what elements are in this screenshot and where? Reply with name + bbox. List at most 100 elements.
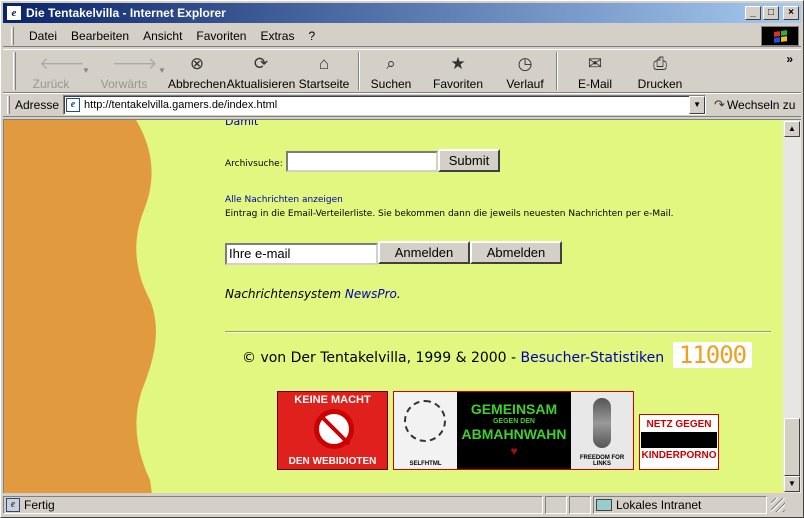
stop-icon: ⊗ <box>189 54 205 73</box>
submit-button[interactable]: Submit <box>438 149 500 172</box>
mail-button[interactable]: ✉ E-Mail <box>564 50 626 92</box>
no-sign-icon <box>314 409 354 449</box>
keine-macht-top-text: KEINE MACHT <box>294 394 371 406</box>
go-button[interactable]: ↷ Wechseln zu <box>714 97 795 113</box>
refresh-button[interactable]: ⟳ Aktualisieren <box>226 50 296 92</box>
copyright-line: © von Der Tentakelvilla, 1999 & 2000 - B… <box>242 350 664 366</box>
history-icon: ◷ <box>517 54 533 73</box>
go-label: Wechseln zu <box>726 98 796 112</box>
address-grip[interactable] <box>7 96 10 114</box>
menu-help[interactable]: ? <box>301 27 322 45</box>
standard-toolbar: 🡐 Zurück ▼ 🡒 Vorwärts ▼ ⊗ Abbrechen ⟳ Ak… <box>3 49 801 93</box>
maximize-button[interactable]: □ <box>763 6 779 20</box>
scroll-down-icon[interactable]: ▼ <box>784 476 800 492</box>
toolbar-grip[interactable] <box>13 52 16 90</box>
menu-bearbeiten[interactable]: Bearbeiten <box>64 27 136 45</box>
netz-gegen-text: NETZ GEGEN <box>646 419 712 430</box>
heart-icon: ♥ <box>510 444 518 458</box>
close-button[interactable]: × <box>783 6 799 20</box>
menu-grip[interactable] <box>11 26 14 45</box>
toolbar-more-icon[interactable]: » <box>786 52 793 66</box>
netz-gegen-banner[interactable]: NETZ GEGEN KINDERPORNO <box>639 414 719 470</box>
figure-icon <box>593 398 611 448</box>
email-input[interactable]: Ihre e-mail <box>225 243 378 265</box>
search-button[interactable]: ⌕ Suchen <box>366 50 416 92</box>
horizontal-rule <box>225 331 771 333</box>
address-bar: Adresse e http://tentakelvilla.gamers.de… <box>3 93 801 117</box>
title-bar: e Die Tentakelvilla - Internet Explorer … <box>3 3 801 23</box>
stats-link[interactable]: Besucher-Statistiken <box>521 350 665 366</box>
address-dropdown-icon[interactable]: ▼ <box>689 96 706 114</box>
status-bar: e Fertig Lokales Intranet <box>3 494 801 516</box>
forward-label: Vorwärts <box>100 77 148 91</box>
resize-grip-icon[interactable] <box>771 498 785 512</box>
kinderporno-text: KINDERPORNO <box>641 450 717 461</box>
forward-dropdown-icon[interactable]: ▼ <box>156 50 168 75</box>
window-title: Die Tentakelvilla - Internet Explorer <box>26 6 226 20</box>
browser-window: e Die Tentakelvilla - Internet Explorer … <box>0 0 804 518</box>
gemeinsam-text: GEMEINSAM <box>470 401 558 417</box>
newspro-link[interactable]: NewsPro <box>345 287 397 301</box>
spiderweb-icon <box>404 400 446 442</box>
unsubscribe-button[interactable]: Abmelden <box>470 241 562 264</box>
menu-extras[interactable]: Extras <box>253 27 301 45</box>
minimize-button[interactable]: _ <box>745 6 761 20</box>
windows-logo-icon <box>761 26 799 46</box>
menu-ansicht[interactable]: Ansicht <box>136 27 189 45</box>
zone-text: Lokales Intranet <box>616 498 702 512</box>
all-news-link[interactable]: Alle Nachrichten anzeigen <box>225 195 343 205</box>
freedom-panel: FREEDOM FOR LINKS <box>571 392 633 469</box>
favorites-icon: ★ <box>450 54 466 73</box>
stop-button[interactable]: ⊗ Abbrechen <box>168 50 226 92</box>
refresh-icon: ⟳ <box>253 54 269 73</box>
keine-macht-banner[interactable]: KEINE MACHT DEN WEBIDIOTEN <box>277 391 388 470</box>
gemeinsam-panel: GEMEINSAM GEGEN DEN ABMAHNWAHN ♥ <box>457 392 571 469</box>
history-label: Verlauf <box>506 77 544 91</box>
status-panel-blank <box>545 496 567 514</box>
favorites-label: Favoriten <box>432 77 484 91</box>
stop-label: Abbrechen <box>167 77 227 91</box>
scroll-thumb[interactable] <box>784 418 800 476</box>
archiv-label: Archivsuche: <box>225 159 283 169</box>
forward-button[interactable]: 🡒 Vorwärts <box>92 50 158 92</box>
home-icon: ⌂ <box>318 54 330 73</box>
toolbar-separator <box>358 52 360 90</box>
print-button[interactable]: ⎙ Drucken <box>626 50 694 92</box>
back-dropdown-icon[interactable]: ▼ <box>80 50 92 75</box>
newssystem-text: Nachrichtensystem <box>225 287 345 301</box>
window-controls: _ □ × <box>745 6 799 20</box>
ie-logo-icon: e <box>6 5 22 21</box>
vertical-scrollbar[interactable]: ▲ ▼ <box>783 119 801 493</box>
address-input[interactable]: e http://tentakelvilla.gamers.de/index.h… <box>63 95 707 115</box>
address-label: Adresse <box>15 98 60 112</box>
intranet-icon <box>596 499 612 511</box>
scroll-up-icon[interactable]: ▲ <box>784 121 800 137</box>
page-done-icon: e <box>6 498 20 512</box>
history-button[interactable]: ◷ Verlauf <box>500 50 550 92</box>
damit-link[interactable]: Damit <box>225 120 258 128</box>
keine-macht-bottom-text: DEN WEBIDIOTEN <box>288 456 377 467</box>
home-button[interactable]: ⌂ Startseite <box>296 50 352 92</box>
search-label: Suchen <box>370 77 412 91</box>
archiv-search-input[interactable] <box>286 151 438 172</box>
favorites-button[interactable]: ★ Favoriten <box>416 50 500 92</box>
go-arrow-icon: ↷ <box>714 97 725 112</box>
back-button[interactable]: 🡐 Zurück <box>22 50 85 92</box>
abmahnwahn-banner[interactable]: SELFHTML GEMEINSAM GEGEN DEN ABMAHNWAHN … <box>393 391 634 470</box>
mail-label: E-Mail <box>577 77 612 91</box>
status-text: Fertig <box>24 498 55 512</box>
back-arrow-icon: 🡐 <box>39 54 85 73</box>
abmahnwahn-text: ABMAHNWAHN <box>461 426 567 442</box>
menu-favoriten[interactable]: Favoriten <box>189 27 253 45</box>
menu-datei[interactable]: Datei <box>22 27 64 45</box>
subscribe-button[interactable]: Anmelden <box>378 241 470 264</box>
gegen-den-text: GEGEN DEN <box>492 418 535 425</box>
page-content: Damit Archivsuche: Submit Alle Nachricht… <box>4 120 783 493</box>
back-label: Zurück <box>32 77 70 91</box>
page-viewport: Damit Archivsuche: Submit Alle Nachricht… <box>3 119 783 493</box>
copyright-text: © von Der Tentakelvilla, 1999 & 2000 - <box>242 350 521 366</box>
address-url: http://tentakelvilla.gamers.de/index.htm… <box>84 99 278 111</box>
printer-icon: ⎙ <box>653 54 667 73</box>
visitor-counter[interactable]: 11000 <box>673 342 752 368</box>
page-icon: e <box>66 98 81 112</box>
